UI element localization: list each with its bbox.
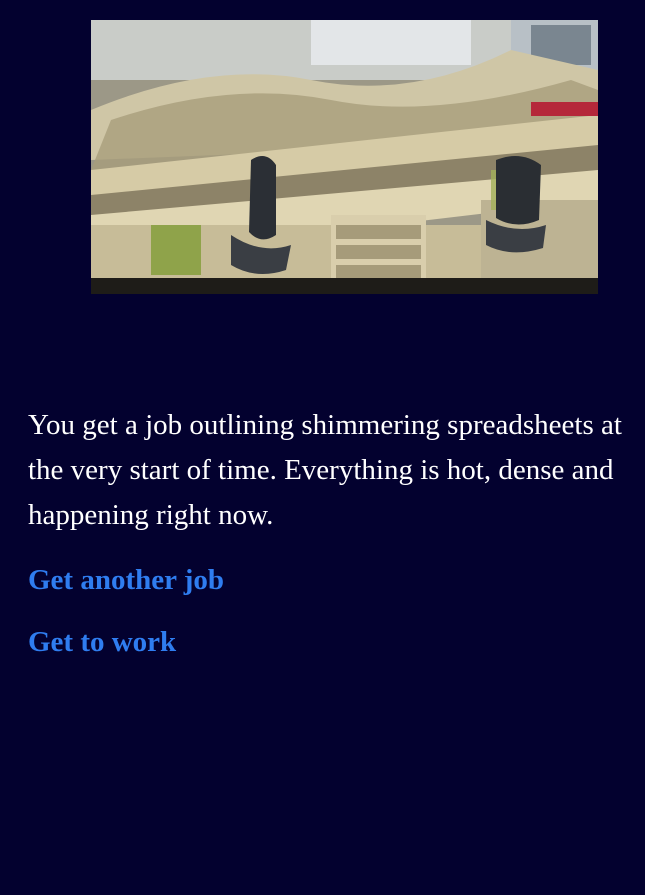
office-cubicles-illustration (91, 20, 598, 294)
office-cubicles-image (91, 20, 598, 294)
get-to-work-link[interactable]: Get to work (28, 625, 176, 659)
story-text: You get a job outlining shimmering sprea… (28, 409, 622, 531)
get-another-job-link[interactable]: Get another job (28, 563, 224, 597)
